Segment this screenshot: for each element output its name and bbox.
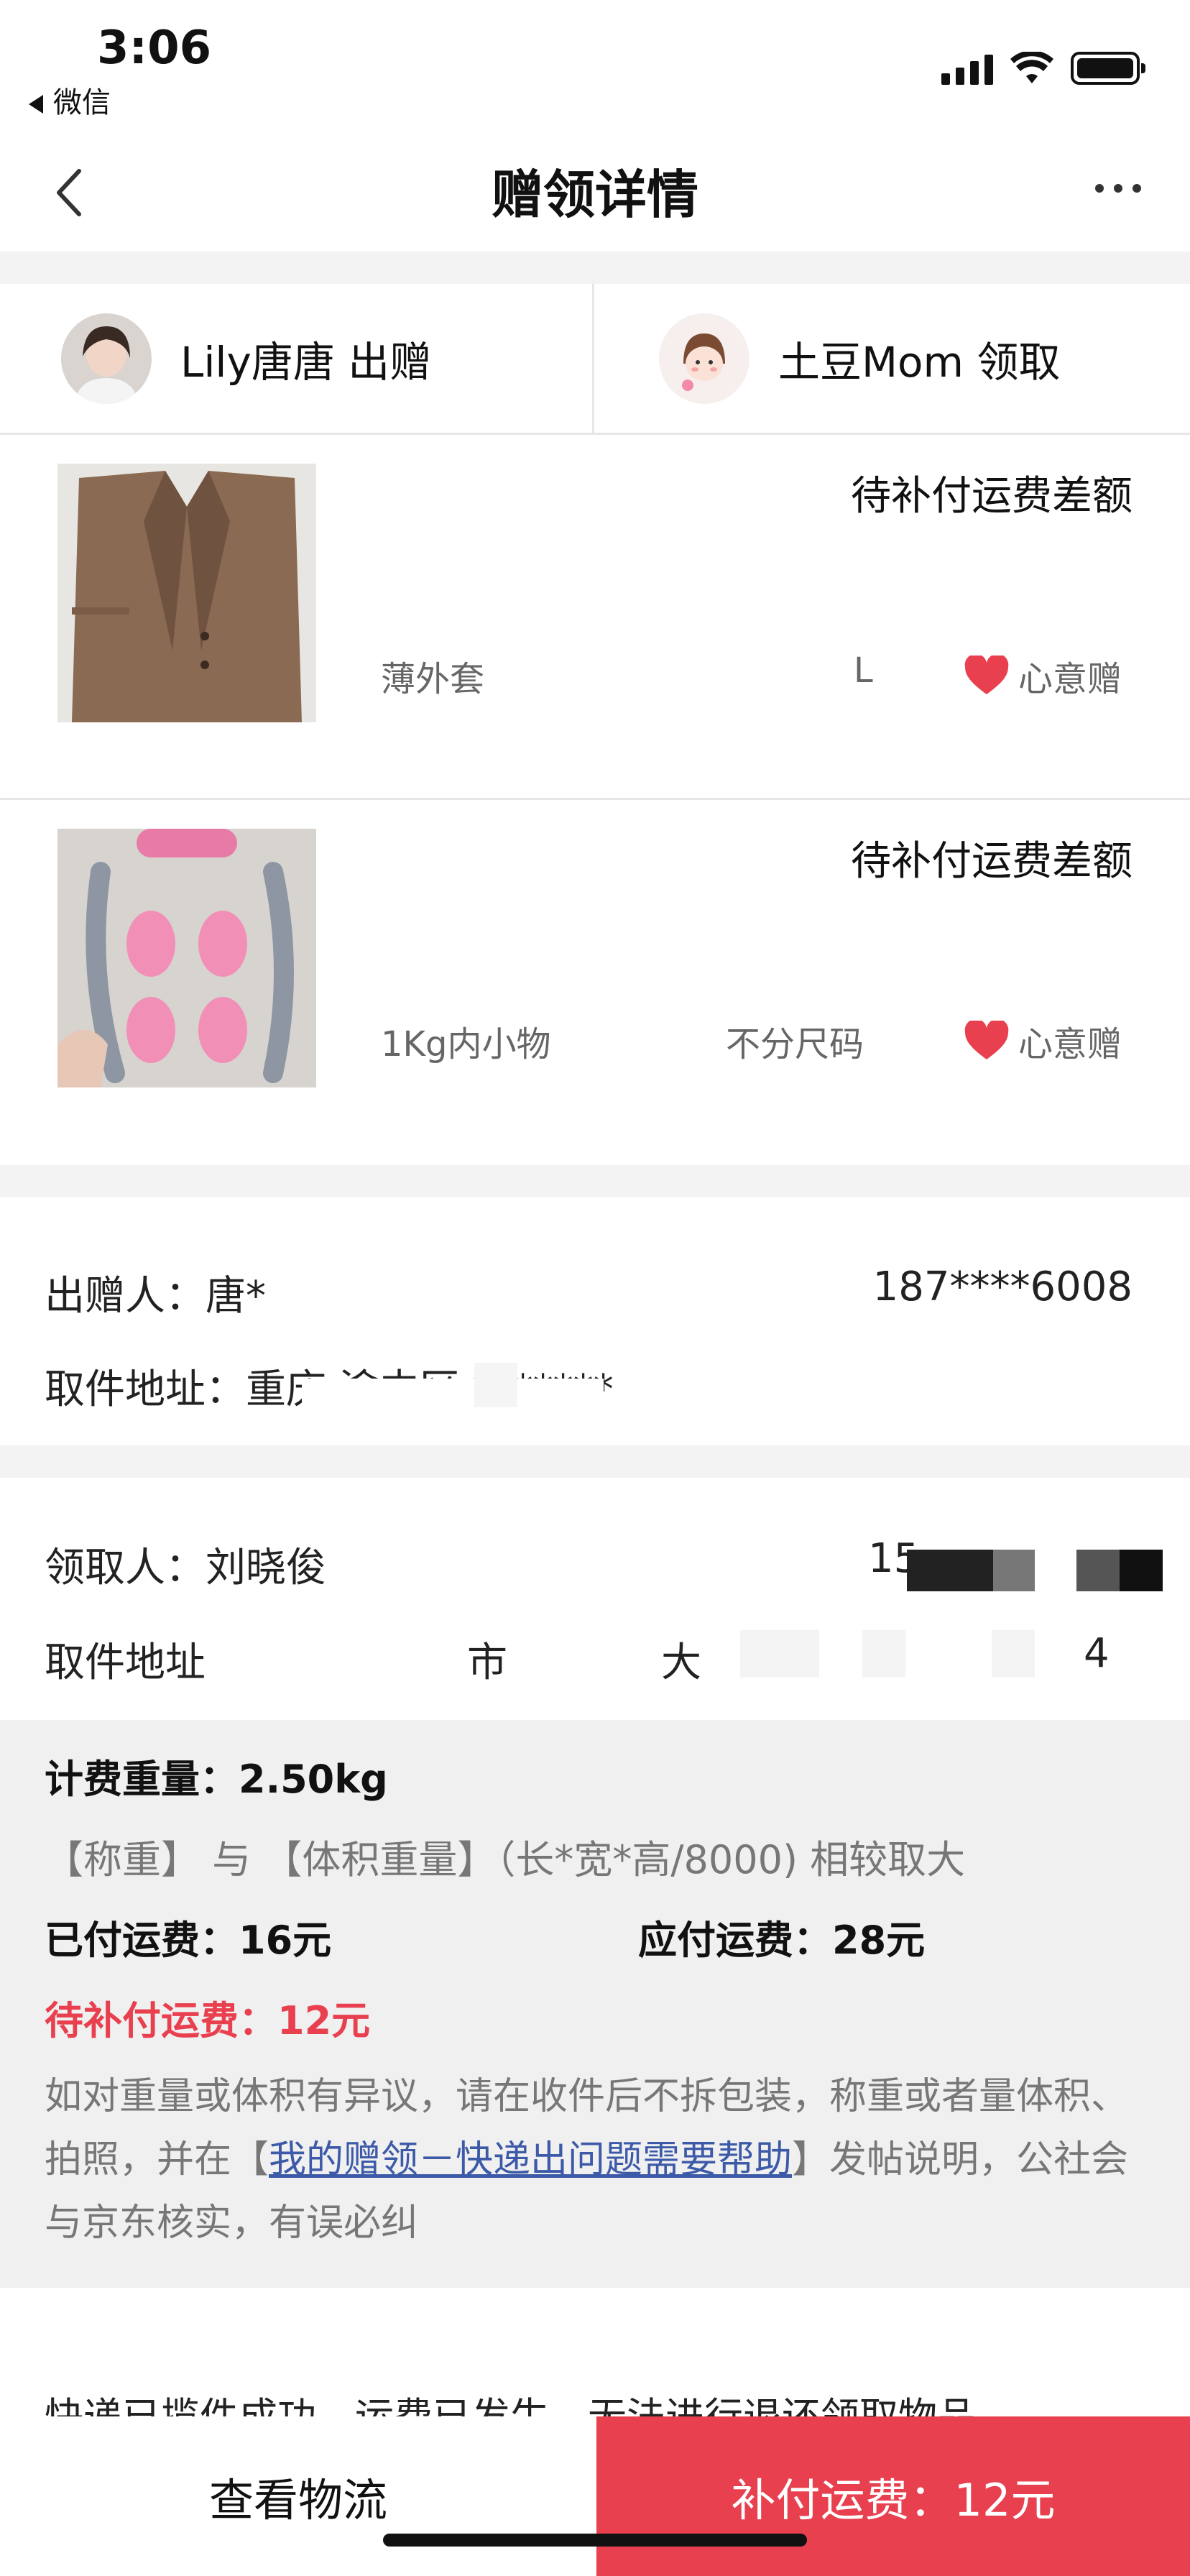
page-title: 赠领详情 — [491, 165, 698, 225]
section-divider — [0, 252, 1190, 284]
status-time: 3:06 — [97, 22, 212, 75]
back-app-label: 微信 — [53, 86, 111, 119]
sender-label: 出赠人：唐* — [45, 1273, 266, 1320]
more-icon[interactable] — [1089, 174, 1147, 203]
item-status: 待补付运费差额 — [851, 473, 1133, 520]
item-status: 待补付运费差额 — [851, 838, 1133, 885]
nav-bar: 赠领详情 — [0, 129, 1190, 252]
redaction-mask — [862, 1630, 905, 1678]
sender-info: 出赠人：唐* 187****6008 取件地址：重庆 渝中区 ******* — [0, 1197, 1190, 1445]
back-to-app[interactable]: 微信 — [29, 79, 111, 121]
redaction-mask — [1120, 1550, 1163, 1591]
heart-icon — [964, 656, 1009, 694]
supplement-freight: 待补付运费：12元 — [45, 1998, 371, 2043]
item-size: 不分尺码 — [726, 1024, 864, 1064]
item-name: 薄外套 — [381, 659, 485, 699]
redaction-mask — [474, 1363, 517, 1407]
receiver-info: 领取人：刘晓俊 15 取件地址 市 大 4 — [0, 1478, 1190, 1720]
section-divider — [0, 1445, 1190, 1478]
item-tag-label: 心意赠 — [1018, 1024, 1122, 1064]
item-size: L — [854, 650, 873, 691]
redaction-mask — [993, 1550, 1035, 1591]
item-tag: 心意赠 — [964, 650, 1122, 701]
receiver[interactable]: 土豆Mom 领取 — [592, 284, 1190, 433]
receiver-address-fragment: 4 — [1084, 1630, 1110, 1677]
list-item[interactable]: 待补付运费差额 1Kg内小物 不分尺码 心意赠 — [0, 800, 1190, 1165]
bottom-action-bar: 查看物流 补付运费：12元 — [0, 2416, 1190, 2576]
list-item[interactable]: 待补付运费差额 薄外套 L 心意赠 — [0, 435, 1190, 800]
avatar — [61, 313, 152, 404]
item-name: 1Kg内小物 — [381, 1024, 551, 1064]
weight-rule: 【称重】 与 【体积重量】（长*宽*高/8000) 相较取大 — [45, 1837, 966, 1882]
receiver-label: 土豆Mom 领取 — [778, 337, 1061, 387]
status-bar: 3:06 微信 — [0, 0, 1190, 129]
giver[interactable]: Lily唐唐 出赠 — [0, 284, 592, 433]
freight-panel: 计费重量：2.50kg 【称重】 与 【体积重量】（长*宽*高/8000) 相较… — [0, 1720, 1190, 2288]
home-indicator[interactable] — [383, 2534, 807, 2547]
section-divider — [0, 1165, 1190, 1197]
pay-freight-button[interactable]: 补付运费：12元 — [596, 2416, 1190, 2576]
back-triangle-icon — [29, 95, 43, 114]
item-tag: 心意赠 — [964, 1016, 1122, 1066]
receiver-address-fragment: 市 — [467, 1639, 507, 1686]
redaction-mask — [907, 1550, 993, 1591]
battery-icon — [1071, 52, 1145, 85]
redaction-mask — [740, 1630, 819, 1678]
system-icons — [941, 52, 1145, 85]
redaction-mask — [1076, 1550, 1120, 1591]
item-thumbnail — [57, 464, 316, 722]
wifi-icon — [1010, 52, 1053, 83]
help-link[interactable]: 我的赠领－快递出问题需要帮助 — [269, 2138, 792, 2181]
item-thumbnail — [57, 829, 316, 1087]
sender-phone: 187****6008 — [872, 1264, 1133, 1310]
billing-weight: 计费重量：2.50kg — [45, 1757, 388, 1802]
item-tag-label: 心意赠 — [1018, 659, 1122, 699]
paid-freight: 已付运费：16元 — [45, 1918, 332, 1963]
redaction-mask — [992, 1630, 1035, 1678]
receiver-address-fragment: 大 — [661, 1639, 701, 1686]
participants-row: Lily唐唐 出赠 土豆Mom 领取 — [0, 284, 1190, 435]
redaction-mask — [302, 1379, 604, 1407]
signal-icon — [941, 53, 993, 85]
view-logistics-button[interactable]: 查看物流 — [0, 2416, 596, 2576]
receiver-address-label: 取件地址 — [45, 1639, 206, 1686]
due-freight: 应付运费：28元 — [638, 1918, 926, 1963]
receiver-label: 领取人：刘晓俊 — [45, 1545, 326, 1591]
giver-label: Lily唐唐 出赠 — [180, 337, 432, 387]
dispute-note: 如对重量或体积有异议，请在收件后不拆包装，称重或者量体积、拍照，并在【我的赠领－… — [45, 2065, 1151, 2255]
heart-icon — [964, 1021, 1009, 1059]
avatar — [659, 313, 749, 404]
